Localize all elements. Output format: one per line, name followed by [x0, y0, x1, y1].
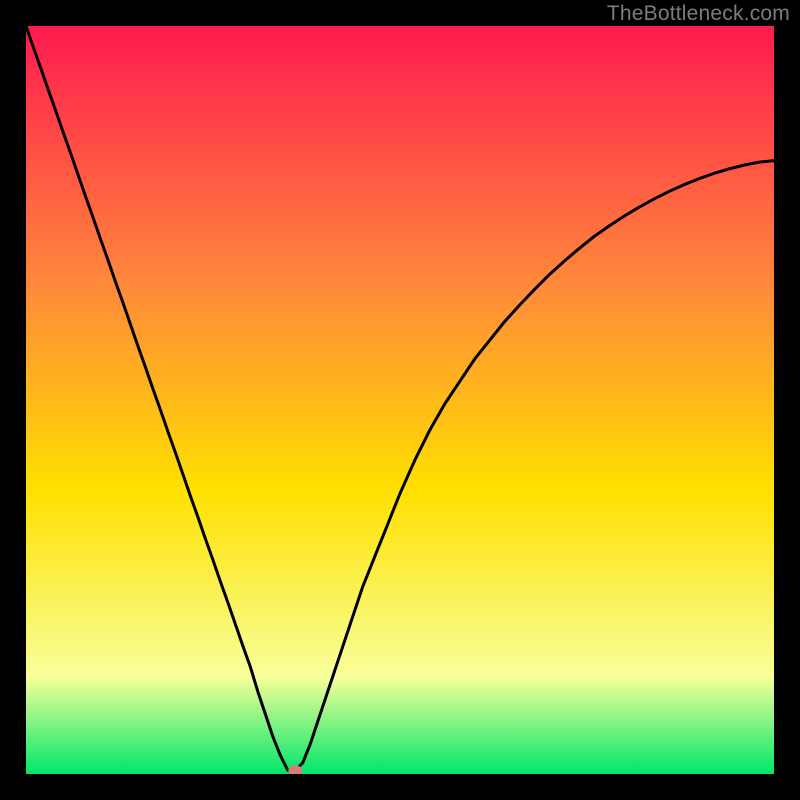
watermark-text: TheBottleneck.com: [607, 2, 790, 26]
plot-area: [26, 26, 774, 774]
chart-svg: [26, 26, 774, 774]
gradient-background: [26, 26, 774, 774]
outer-frame: TheBottleneck.com: [0, 0, 800, 800]
